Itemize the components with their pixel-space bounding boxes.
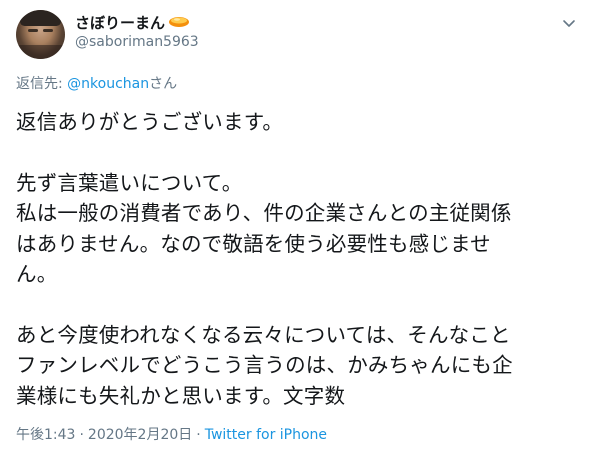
reply-suffix: さん <box>149 76 178 92</box>
tweet-line: あと今度使われなくなる云々については、そんなこと <box>16 322 511 347</box>
tweet-line: 返信ありがとうございます。 <box>16 110 284 134</box>
tweet-meta: 午後1:43 · 2020年2月20日 · Twitter for iPhone <box>16 424 327 444</box>
tweet-card: さぼりーまん @saboriman5963 返信先: @nkouchanさん 返… <box>0 0 598 454</box>
tweet-line: ん。 <box>16 261 58 286</box>
tweet-date[interactable]: 2020年2月20日 <box>88 427 192 443</box>
meta-separator: · <box>79 427 84 443</box>
chevron-down-icon[interactable] <box>560 14 578 32</box>
tweet-line: 業様にも失礼かと思います。文字数 <box>16 383 346 408</box>
avatar-brow-right <box>43 29 53 32</box>
display-name[interactable]: さぼりーまん <box>75 12 165 33</box>
reply-mention-link[interactable]: @nkouchan <box>67 76 149 92</box>
tweet-line: はありません。なので敬語を使う必要性も感じませ <box>16 231 491 256</box>
avatar-brow-left <box>28 29 38 32</box>
display-name-row: さぼりーまん <box>75 12 199 32</box>
tweet-source-link[interactable]: Twitter for iPhone <box>205 427 327 443</box>
tweet-line: 先ず言葉遣いについて。 <box>16 170 243 195</box>
avatar-shade <box>16 45 65 59</box>
reply-to-line: 返信先: @nkouchanさん <box>16 73 177 93</box>
meta-separator: · <box>196 427 201 443</box>
tweet-header: さぼりーまん @saboriman5963 <box>16 8 582 60</box>
tweet-time[interactable]: 午後1:43 <box>16 427 75 443</box>
tweet-text: 返信ありがとうございます。 先ず言葉遣いについて。 私は一般の消費者であり、件の… <box>16 107 582 411</box>
avatar-hair <box>20 10 61 26</box>
pudding-icon <box>168 16 190 28</box>
tweet-line: 私は一般の消費者であり、件の企業さんとの主従関係 <box>16 201 512 226</box>
reply-prefix: 返信先: <box>16 76 68 92</box>
tweet-line: ファンレベルでどうこう言うのは、かみちゃんにも企 <box>16 353 513 378</box>
user-handle[interactable]: @saboriman5963 <box>75 34 199 50</box>
user-names: さぼりーまん @saboriman5963 <box>75 12 199 51</box>
avatar[interactable] <box>16 10 65 59</box>
